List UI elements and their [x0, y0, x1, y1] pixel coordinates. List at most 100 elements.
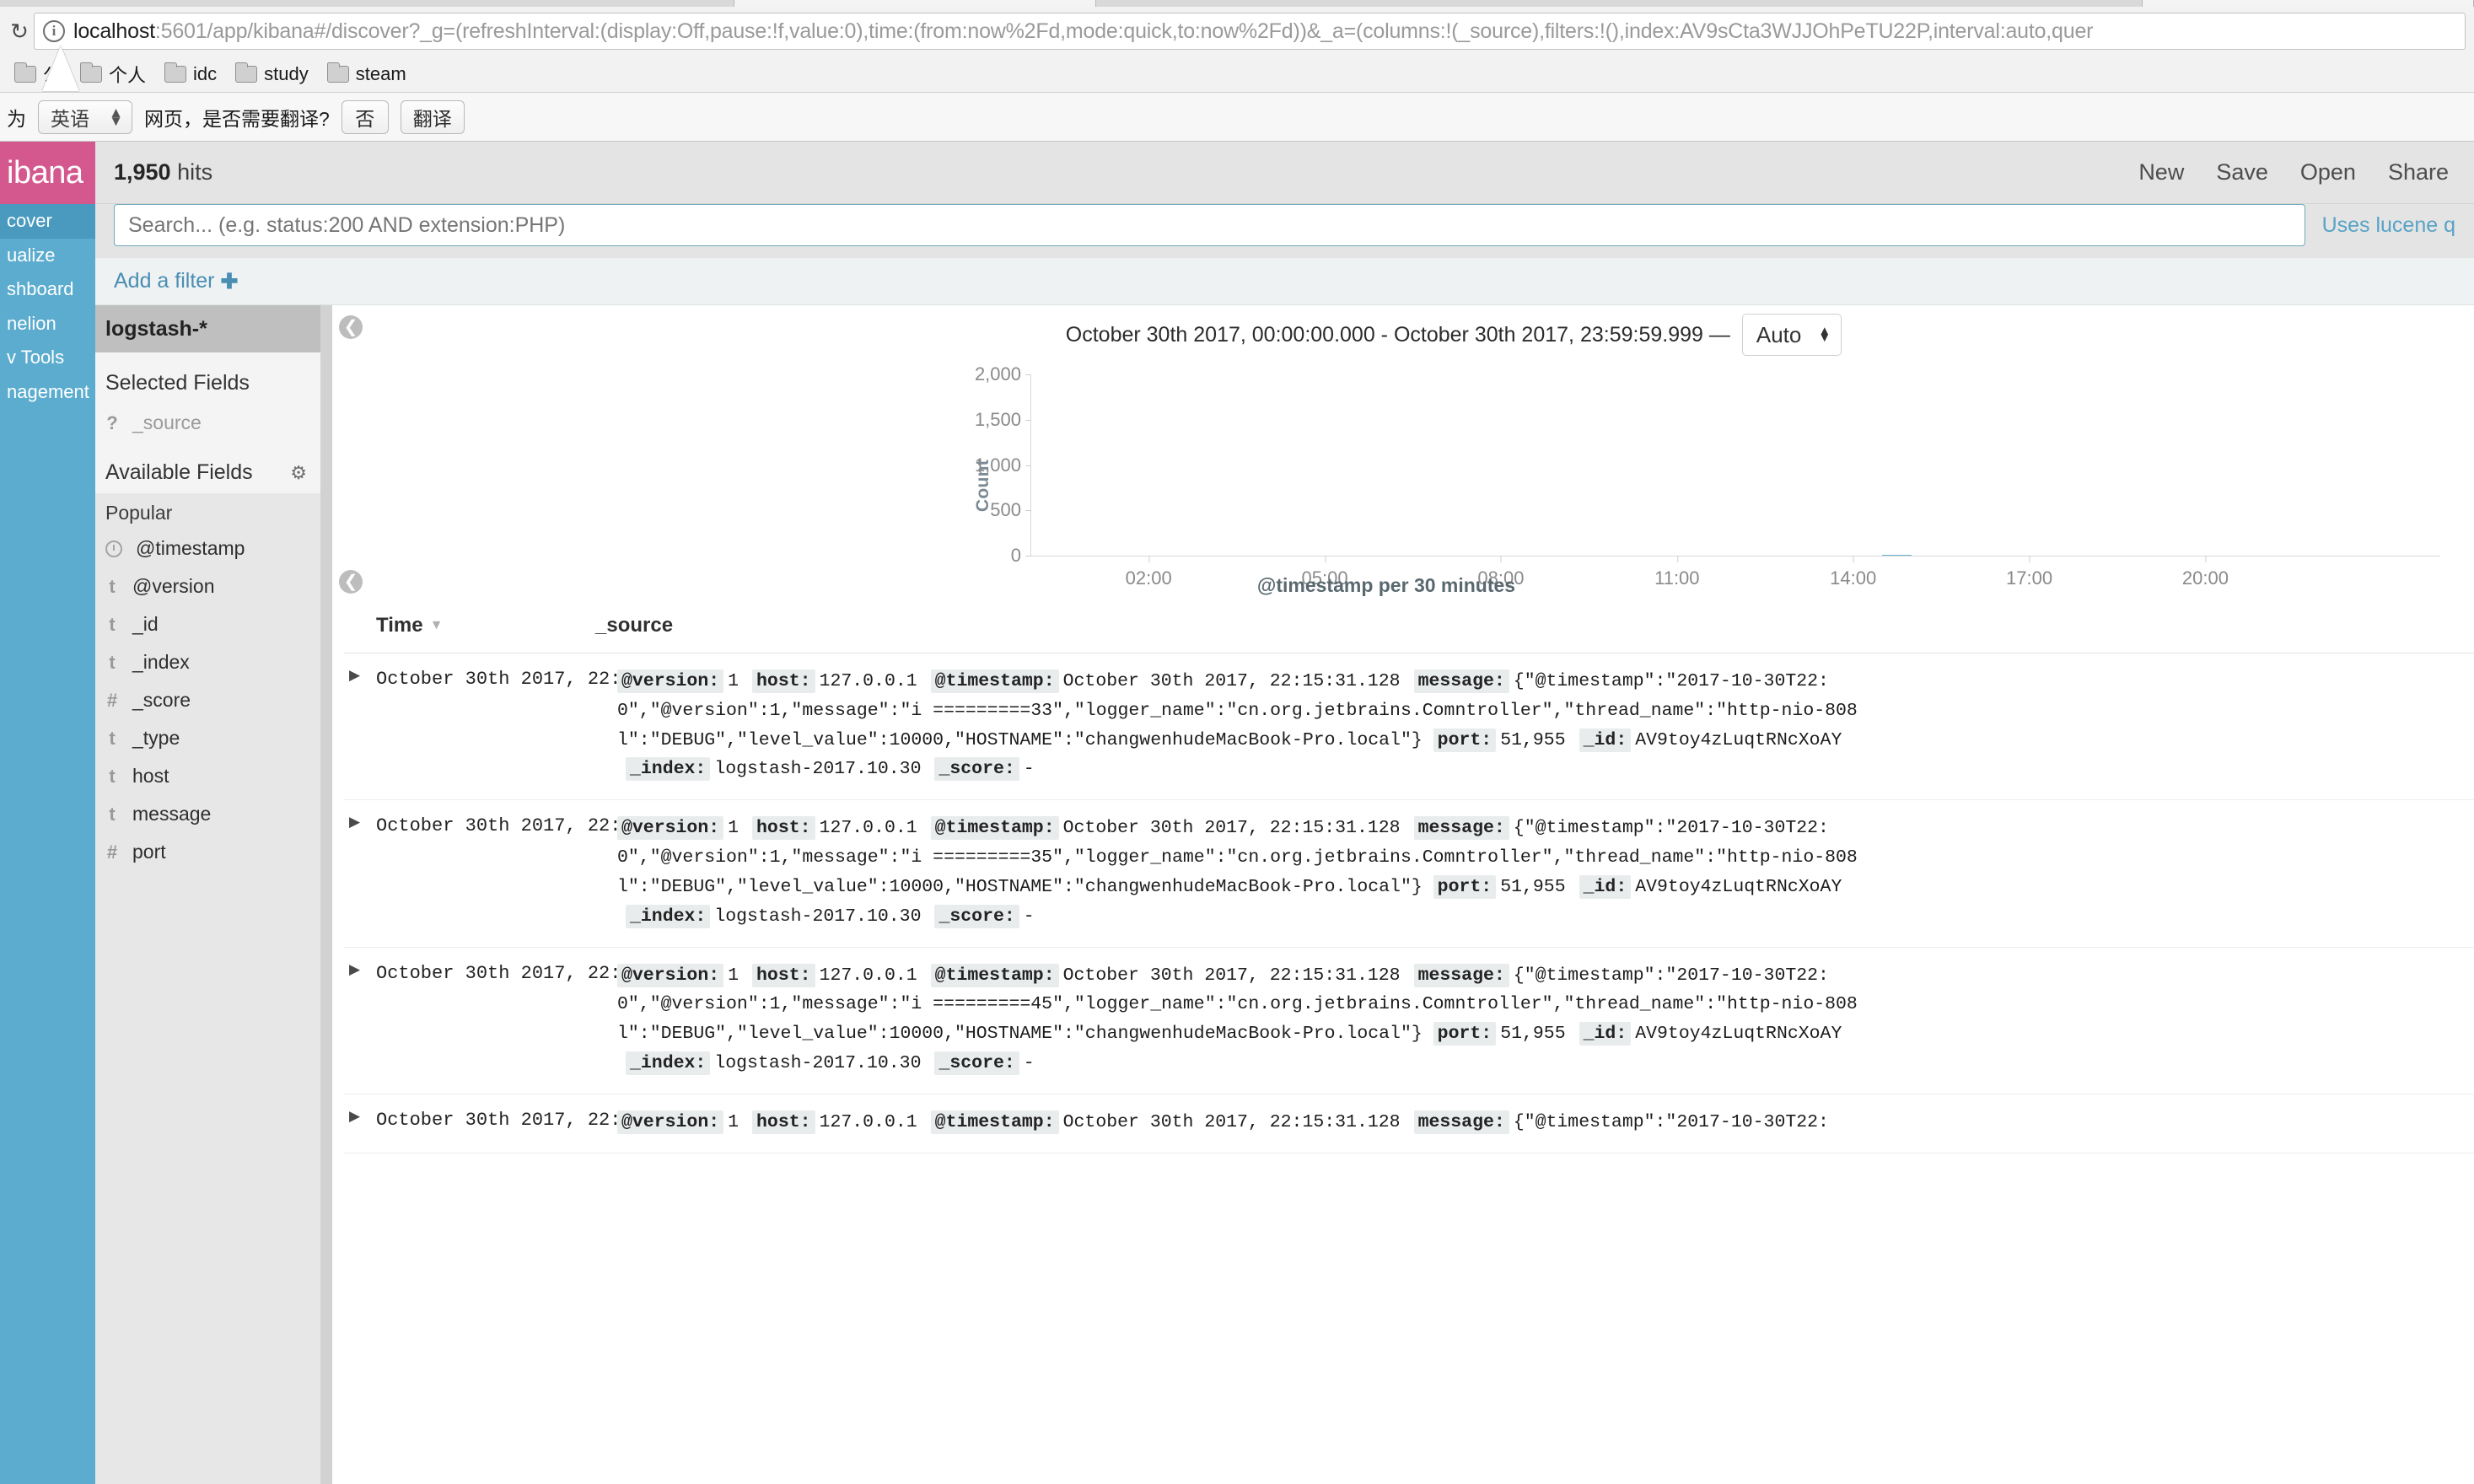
bookmark-idc[interactable]: idc: [157, 61, 224, 88]
field-key: @version:: [617, 1110, 724, 1134]
field-item-host[interactable]: t host: [95, 757, 320, 795]
sidebar-item-visualize[interactable]: ualize: [0, 239, 95, 273]
chart-x-axis-label: @timestamp per 30 minutes: [1256, 574, 1516, 596]
source-column-header[interactable]: _source: [595, 614, 2474, 637]
kibana-app: ibana cover ualize shboard nelion v Tool…: [0, 142, 2474, 1484]
field-item-version[interactable]: t @version: [95, 567, 320, 605]
sidebar-item-timelion[interactable]: nelion: [0, 307, 95, 341]
plus-icon: ✚: [220, 269, 239, 293]
sidebar-item-discover[interactable]: cover: [0, 204, 95, 239]
global-nav-sidebar: ibana cover ualize shboard nelion v Tool…: [0, 142, 95, 1484]
caret-right-icon[interactable]: ▶: [344, 1103, 360, 1124]
hits-count: 1,950 hits: [114, 159, 212, 186]
translate-button[interactable]: 翻译: [400, 99, 465, 134]
field-key: @version:: [617, 816, 724, 841]
sidebar-item-dev-tools[interactable]: v Tools: [0, 341, 95, 375]
mouse-cursor: [42, 46, 79, 91]
field-item-type[interactable]: t _type: [95, 719, 320, 757]
bookmark-label: 个人: [109, 64, 147, 86]
field-key: @timestamp:: [930, 963, 1059, 987]
field-item-source[interactable]: ? _source: [95, 404, 320, 442]
field-name: _id: [132, 613, 159, 635]
field-key: message:: [1413, 669, 1509, 693]
histogram-chart: Count 2,000 1,500 1,000 500 0 02:00 05:0…: [332, 358, 2474, 602]
chart-header: ❮ October 30th 2017, 00:00:00.000 - Octo…: [332, 305, 2474, 358]
browser-tab[interactable]: [734, 0, 1096, 7]
folder-icon: [326, 62, 349, 83]
chevron-up-icon[interactable]: ❮: [339, 570, 363, 594]
table-row[interactable]: ▶ October 30th 2017, 22:15:31.128 @versi…: [344, 948, 2474, 1094]
lucene-query-link[interactable]: Uses lucene q: [2322, 213, 2455, 238]
table-row[interactable]: ▶ October 30th 2017, 22:15:31.128 @versi…: [344, 800, 2474, 948]
decline-translate-button[interactable]: 否: [341, 99, 389, 134]
doc-source: @version: 1 host: 127.0.0.1 @timestamp: Octob…: [595, 814, 2474, 931]
field-name: _score: [132, 689, 191, 711]
time-column-header[interactable]: Time ▼: [376, 614, 595, 637]
field-key: _index:: [626, 904, 711, 928]
reload-icon[interactable]: ↻: [5, 17, 34, 46]
table-row[interactable]: ▶ October 30th 2017, 22:15:31.128 @versi…: [344, 1094, 2474, 1153]
table-row[interactable]: ▶ October 30th 2017, 22:15:31.128 @versi…: [344, 653, 2474, 801]
bookmark-personal[interactable]: 个人: [73, 58, 153, 90]
field-name: host: [132, 765, 169, 787]
field-item-id[interactable]: t _id: [95, 605, 320, 643]
gear-icon[interactable]: ⚙: [290, 462, 307, 484]
field-value: 127.0.0.1: [819, 965, 917, 986]
caret-right-icon[interactable]: ▶: [344, 809, 360, 830]
field-value: -: [1023, 1053, 1035, 1074]
sidebar-item-label: shboard: [7, 278, 74, 300]
index-pattern-selector[interactable]: logstash-*: [95, 305, 320, 352]
add-filter-button[interactable]: Add a filter ✚: [114, 269, 238, 294]
field-key: _index:: [626, 1051, 711, 1076]
discover-main: 1,950 hits New Save Open Share Uses luce…: [95, 142, 2474, 1484]
caret-right-icon[interactable]: ▶: [344, 662, 360, 683]
field-name: @version: [132, 575, 215, 597]
unknown-type-icon: ?: [106, 411, 118, 433]
bookmark-label: idc: [193, 62, 218, 84]
chevron-left-icon[interactable]: ❮: [339, 315, 363, 339]
time-range-text[interactable]: October 30th 2017, 00:00:00.000 - Octobe…: [1066, 323, 1730, 347]
language-select[interactable]: 英语 ▲ ▼: [38, 99, 132, 134]
field-value: AV9toy4zLuqtRNcXoAY: [1635, 876, 1842, 897]
sidebar-item-label: v Tools: [7, 347, 65, 368]
chart-plot-area[interactable]: 2,000 1,500 1,000 500 0 02:00 05:00 08:0…: [975, 363, 2440, 589]
address-bar[interactable]: i localhost:5601/app/kibana#/discover?_g…: [34, 13, 2466, 50]
field-value: 127.0.0.1: [819, 671, 917, 691]
page-info-icon[interactable]: i: [43, 20, 65, 42]
field-key: _id:: [1579, 728, 1632, 752]
source-line: l":"DEBUG","level_value":10000,"HOSTNAME…: [617, 1019, 2474, 1049]
field-list-spacer: [95, 871, 320, 1484]
kibana-logo[interactable]: ibana: [0, 142, 95, 204]
search-input[interactable]: [114, 204, 2305, 246]
bookmark-study[interactable]: study: [228, 61, 316, 88]
sidebar-item-management[interactable]: nagement: [0, 375, 95, 410]
field-item-score[interactable]: # _score: [95, 681, 320, 719]
field-value: {"@timestamp":"2017-10-30T22:: [1513, 1111, 1829, 1132]
browser-tab[interactable]: [2142, 0, 2474, 7]
field-item-timestamp[interactable]: @timestamp: [95, 530, 320, 567]
stepper-icon: ▲ ▼: [109, 105, 123, 129]
sidebar-collapse-strip[interactable]: [320, 305, 332, 1484]
new-button[interactable]: New: [2138, 159, 2184, 186]
field-key: _index:: [626, 757, 711, 782]
caret-right-icon[interactable]: ▶: [344, 956, 360, 977]
sidebar-item-label: cover: [7, 210, 52, 232]
field-item-port[interactable]: # port: [95, 833, 320, 871]
field-item-index[interactable]: t _index: [95, 643, 320, 681]
field-key: _score:: [934, 1051, 1019, 1076]
share-button[interactable]: Share: [2388, 159, 2449, 186]
source-line: _index: logstash-2017.10.30 _score: -: [617, 755, 2474, 784]
sidebar-item-dashboard[interactable]: shboard: [0, 272, 95, 307]
sort-desc-icon[interactable]: ▼: [430, 618, 444, 633]
source-line: l":"DEBUG","level_value":10000,"HOSTNAME…: [617, 726, 2474, 755]
tab-strip: [0, 0, 2474, 7]
bookmark-steam[interactable]: steam: [320, 61, 414, 88]
save-button[interactable]: Save: [2216, 159, 2268, 186]
field-key: host:: [752, 669, 815, 693]
url-text: localhost:5601/app/kibana#/discover?_g=(…: [73, 19, 2093, 44]
field-item-message[interactable]: t message: [95, 795, 320, 833]
histogram-bar[interactable]: [1882, 555, 1912, 556]
field-value: logstash-2017.10.30: [714, 759, 922, 780]
open-button[interactable]: Open: [2300, 159, 2356, 186]
interval-select[interactable]: Auto ▲ ▼: [1741, 314, 1842, 356]
